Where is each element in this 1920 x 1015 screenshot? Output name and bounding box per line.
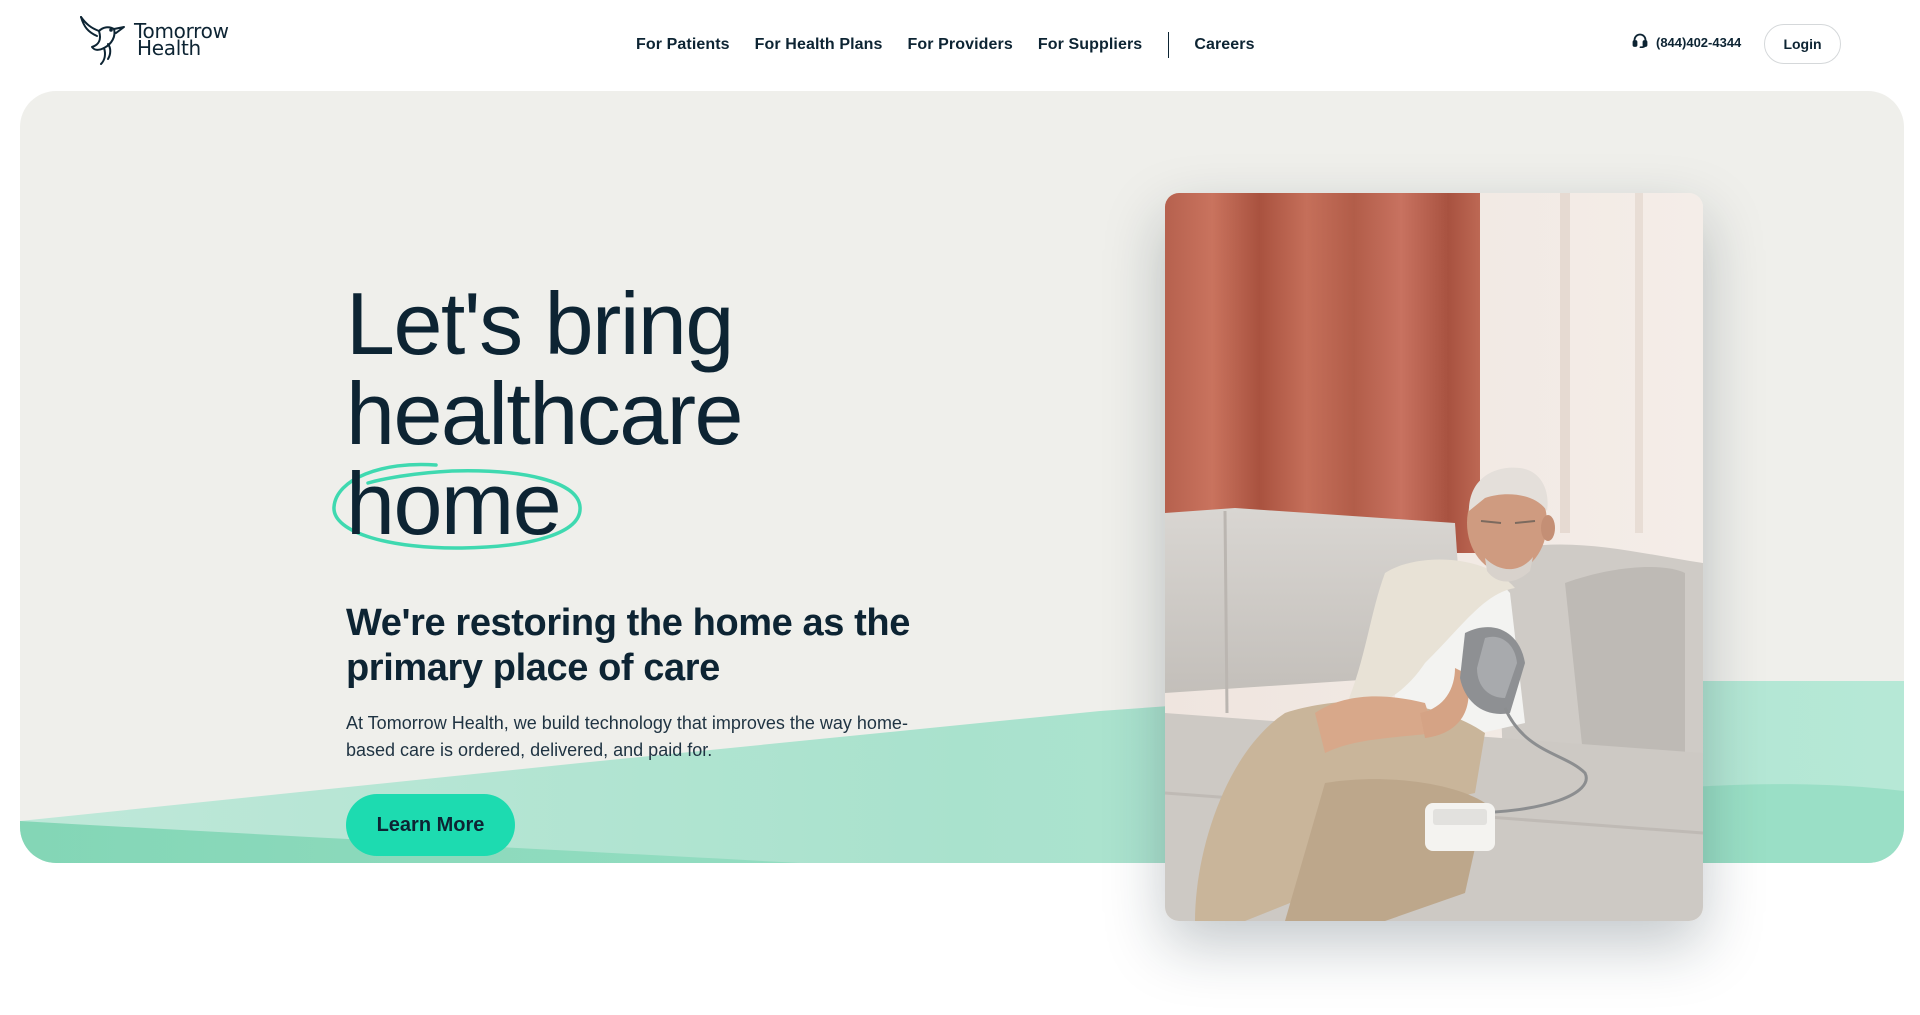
site-header: Tomorrow Health For Patients For Health … [0, 0, 1920, 90]
hero-subheading: We're restoring the home as the primary … [346, 602, 910, 689]
learn-more-button[interactable]: Learn More [346, 794, 515, 856]
headline-highlight: home [332, 459, 582, 550]
nav-item-careers[interactable]: Careers [1194, 36, 1254, 54]
headset-icon [1632, 33, 1656, 51]
headline-line-1: Let's bring [346, 274, 734, 373]
phone-link[interactable]: (844)402-4344 [1632, 33, 1741, 51]
hero-photo [1165, 193, 1703, 921]
brand-wordmark: Tomorrow Health [134, 21, 229, 58]
headline-line-3: home [346, 454, 562, 553]
hero-headline: Let's bring healthcare home [332, 274, 743, 550]
hummingbird-icon [78, 14, 130, 66]
nav-item-suppliers[interactable]: For Suppliers [1038, 36, 1142, 54]
brand-logo[interactable]: Tomorrow Health [78, 14, 229, 66]
login-button[interactable]: Login [1764, 24, 1841, 64]
phone-number: (844)402-4344 [1656, 34, 1742, 50]
senior-man-blood-pressure-photo [1165, 193, 1703, 921]
nav-item-health-plans[interactable]: For Health Plans [755, 36, 883, 54]
nav-divider [1168, 32, 1170, 58]
nav-item-providers[interactable]: For Providers [908, 36, 1013, 54]
hero-description: At Tomorrow Health, we build technology … [346, 713, 908, 760]
main-nav: For Patients For Health Plans For Provid… [636, 32, 1255, 58]
headline-line-2: healthcare [346, 364, 743, 463]
nav-item-patients[interactable]: For Patients [636, 36, 730, 54]
